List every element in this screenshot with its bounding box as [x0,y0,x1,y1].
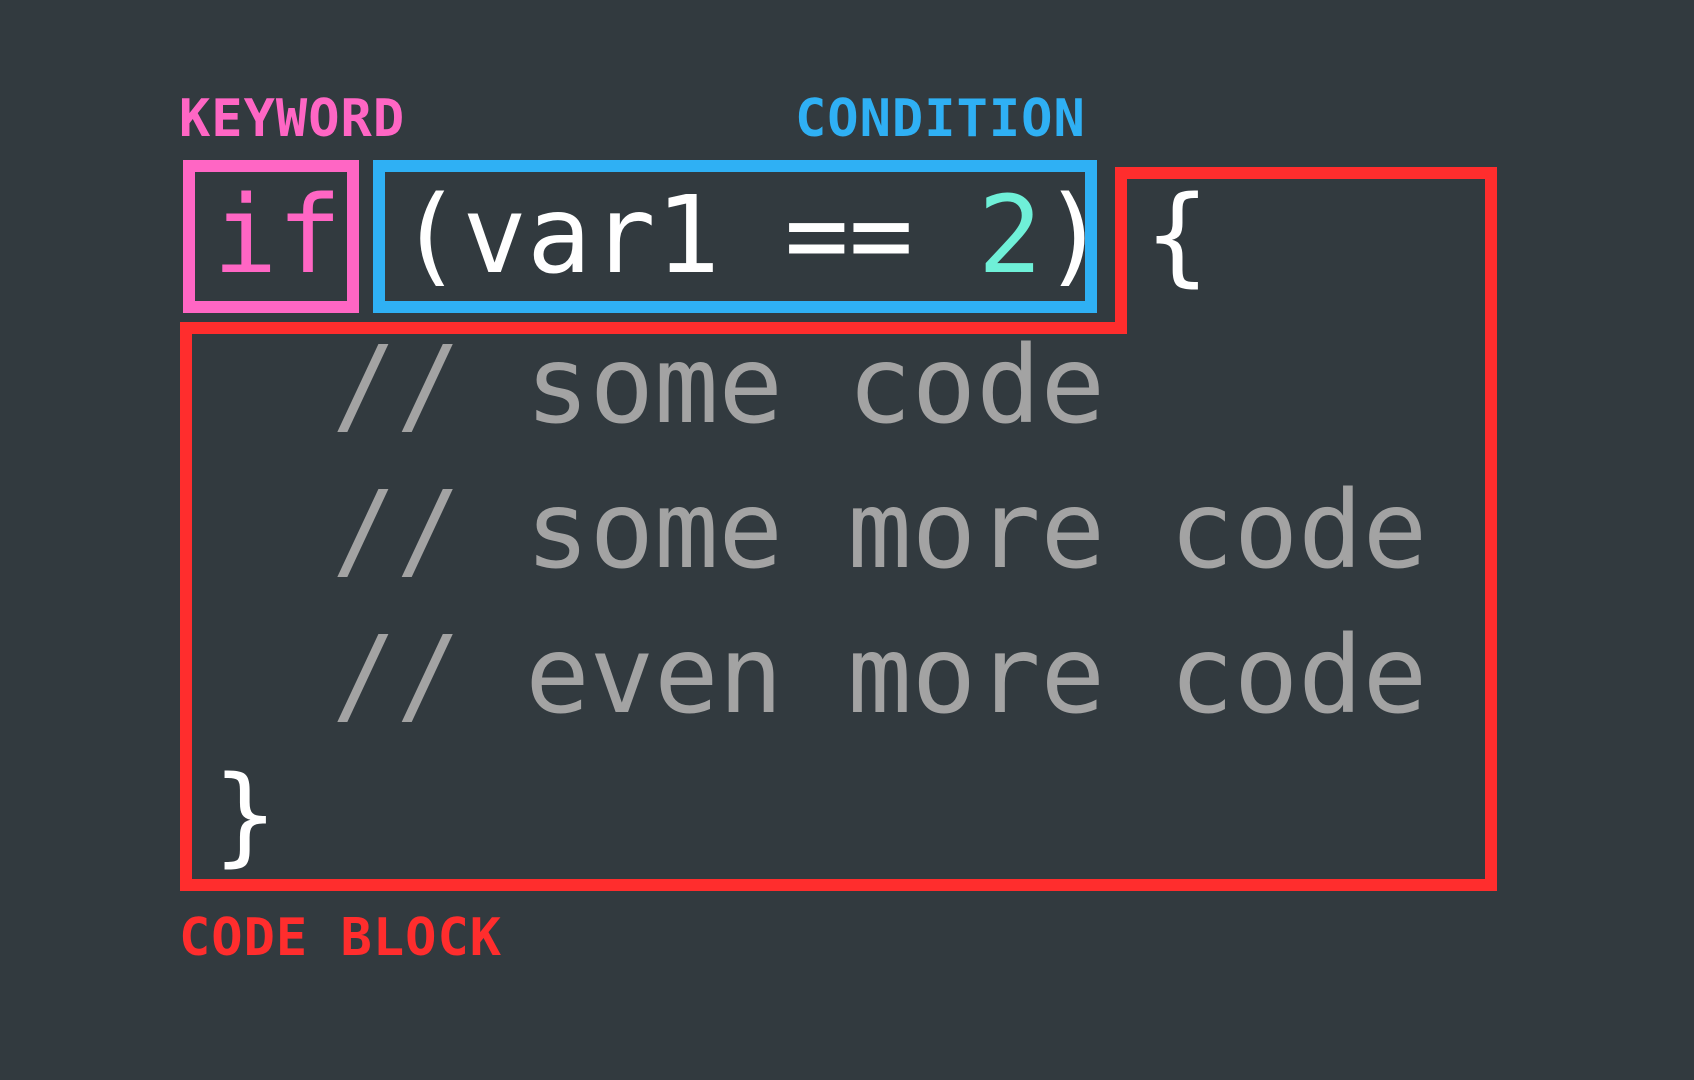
close-brace: } [213,754,278,878]
comment-line-2: // some more code [332,469,1428,593]
comment-line-3: // even more code [332,614,1428,738]
condition-label: CONDITION [795,89,1086,149]
condition-open: (var1 == [398,174,978,298]
condition-number: 2 [977,174,1043,298]
condition-close: ) [1042,174,1107,298]
condition-text: (var1 == 2) [398,183,1107,290]
code-block-label: CODE BLOCK [179,908,503,968]
keyword-label: KEYWORD [179,89,406,149]
keyword-text: if [213,174,342,298]
open-brace: { [1145,174,1210,298]
comment-line-1: // some code [332,324,1106,448]
